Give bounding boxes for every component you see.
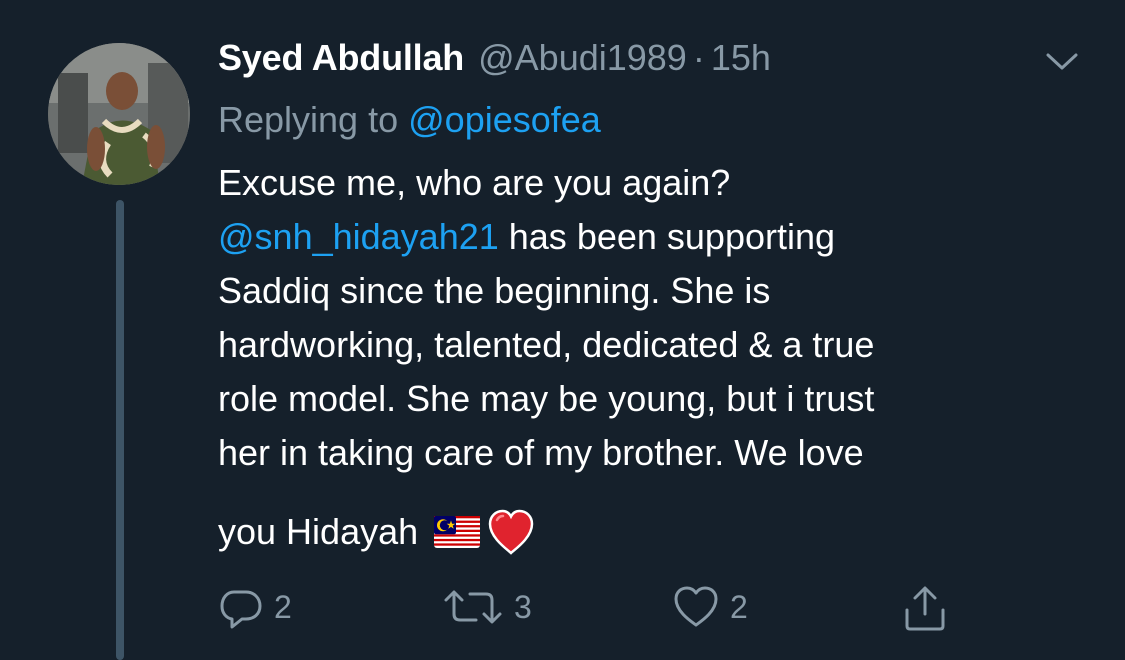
like-icon: [674, 586, 718, 627]
tweet-content: Syed Abdullah @Abudi1989 · 15h Replying …: [218, 28, 1098, 570]
malaysia-flag-icon: [434, 516, 481, 548]
reply-count: 2: [274, 588, 292, 625]
replying-to-label: Replying to: [218, 99, 399, 140]
retweet-count: 3: [514, 588, 532, 625]
author-handle[interactable]: @Abudi1989: [478, 37, 687, 79]
retweet-button[interactable]: 3: [442, 584, 532, 630]
like-button[interactable]: 2: [672, 584, 748, 630]
reply-icon: [220, 590, 262, 629]
retweet-icon: [444, 590, 502, 624]
reply-button[interactable]: 2: [218, 584, 292, 630]
replying-to-mention[interactable]: @opiesofea: [408, 99, 601, 140]
avatar-image: [48, 43, 190, 185]
tweet-line: Excuse me, who are you again?: [218, 162, 731, 203]
tweet-line: you Hidayah: [218, 494, 1098, 570]
replying-to: Replying to @opiesofea: [218, 92, 1098, 148]
tweet-header: Syed Abdullah @Abudi1989 · 15h: [218, 28, 1098, 88]
tweet-timestamp[interactable]: 15h: [711, 37, 771, 79]
tweet-mention[interactable]: @snh_hidayah21: [218, 216, 499, 257]
header-separator: ·: [692, 37, 705, 78]
tweet-line-text: has been supporting: [498, 216, 836, 257]
tweet-line: @snh_hidayah21 has been supporting: [218, 210, 1098, 264]
tweet-line: her in taking care of my brother. We lov…: [218, 432, 864, 473]
tweet-line: role model. She may be young, but i trus…: [218, 378, 875, 419]
tweet-line: Saddiq since the beginning. She is: [218, 270, 771, 311]
red-heart-icon: [488, 509, 534, 555]
share-button[interactable]: [902, 584, 948, 632]
share-icon: [905, 586, 945, 631]
author-name[interactable]: Syed Abdullah: [218, 37, 464, 79]
tweet-actions: 2 3 2: [218, 584, 978, 634]
tweet-line-text: you Hidayah: [218, 511, 419, 552]
thread-line: [116, 200, 124, 660]
tweet-line: hardworking, talented, dedicated & a tru…: [218, 324, 875, 365]
tweet-text: Excuse me, who are you again? @snh_hiday…: [218, 156, 1098, 570]
chevron-down-icon[interactable]: [1044, 46, 1080, 76]
like-count: 2: [730, 588, 748, 625]
avatar[interactable]: [48, 43, 190, 185]
